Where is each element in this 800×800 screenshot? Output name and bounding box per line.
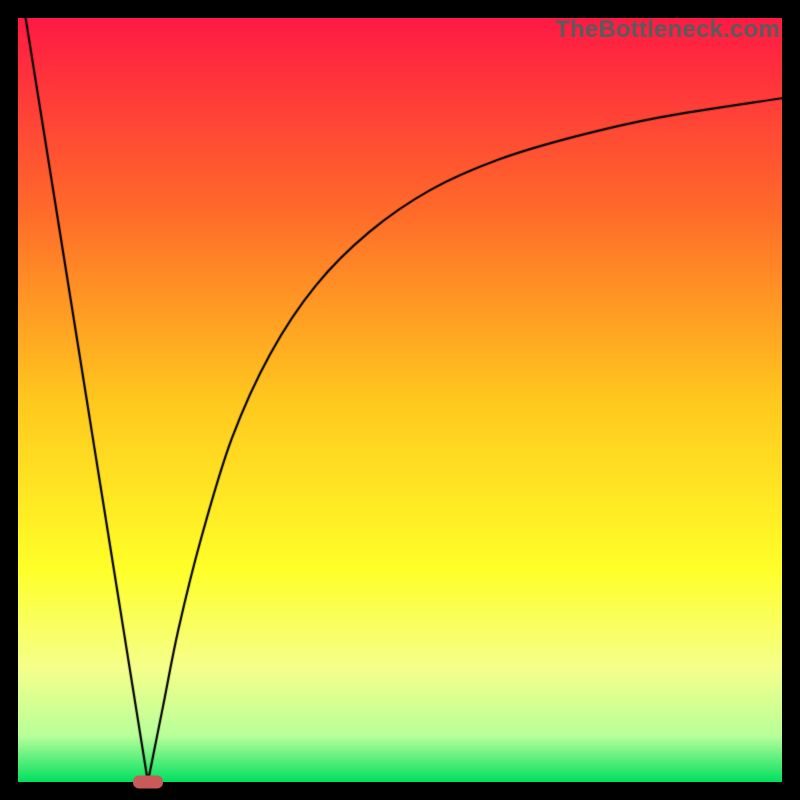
minimum-marker: [133, 776, 163, 789]
chart-curve: [18, 18, 782, 782]
chart-plot-area: TheBottleneck.com: [18, 18, 782, 782]
watermark-text: TheBottleneck.com: [555, 16, 780, 44]
chart-frame: TheBottleneck.com: [0, 0, 800, 800]
